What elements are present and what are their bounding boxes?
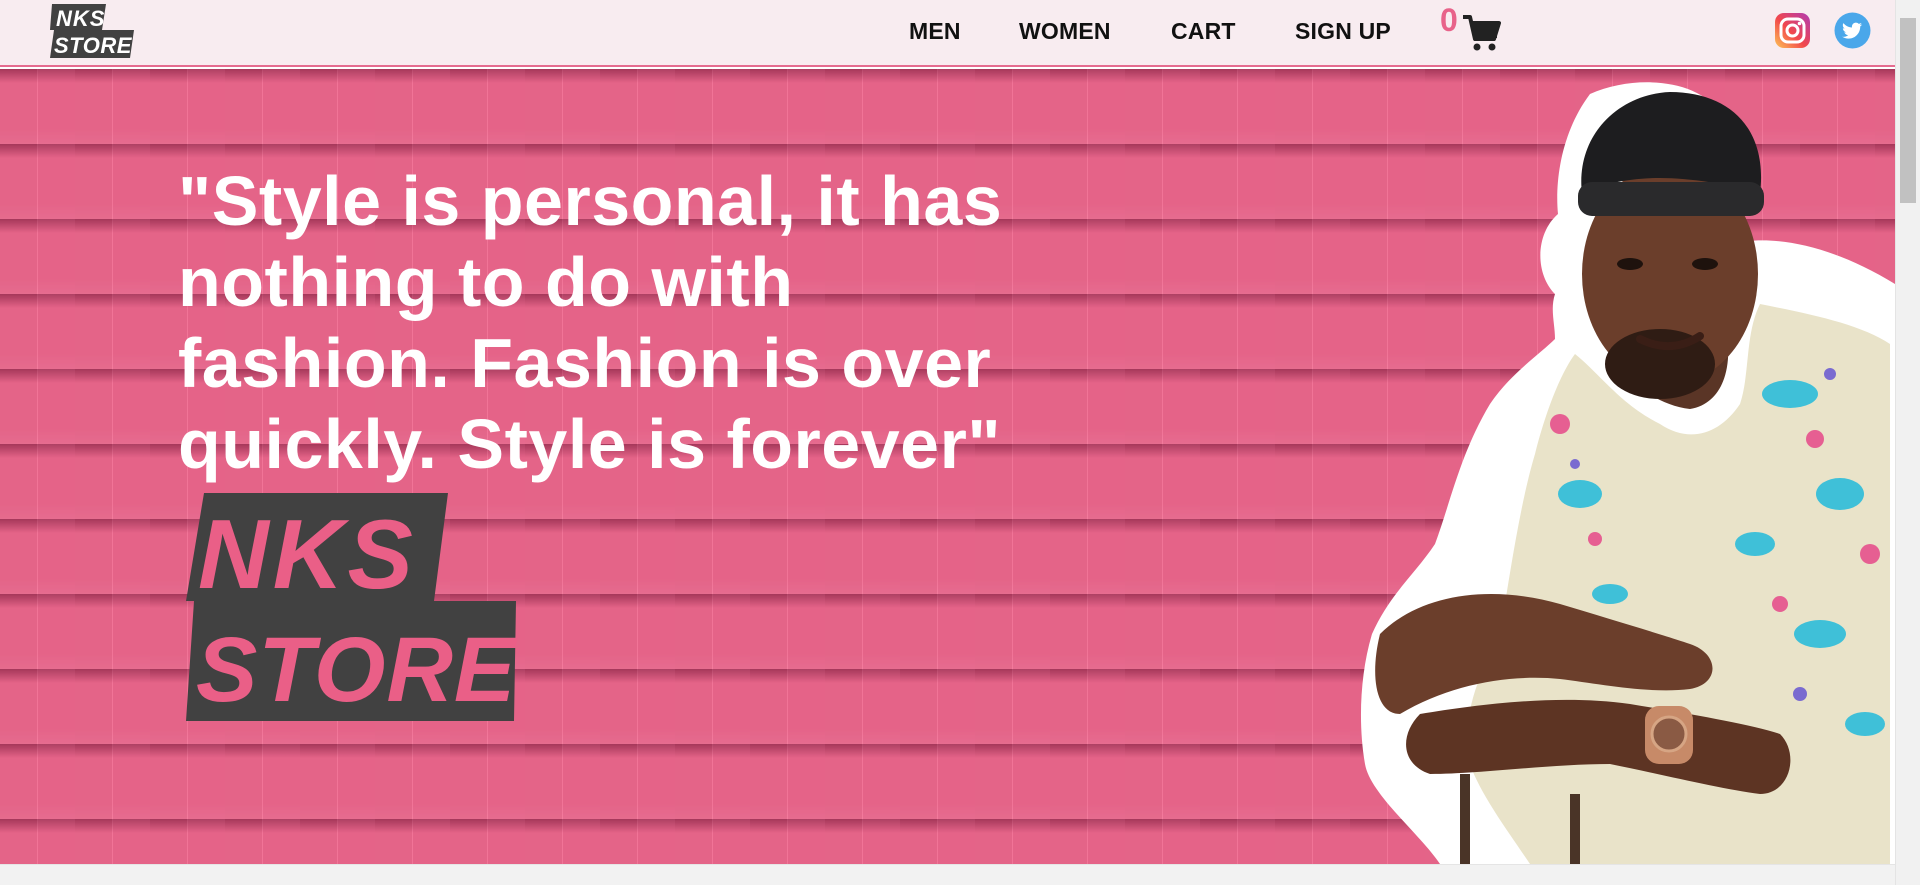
nav-link-sign-up[interactable]: SIGN UP xyxy=(1295,18,1391,45)
cart-count-badge: 0 xyxy=(1440,2,1458,38)
shopping-cart-icon[interactable] xyxy=(1461,13,1501,53)
twitter-icon[interactable] xyxy=(1834,12,1871,49)
hero-quote: "Style is personal, it has nothing to do… xyxy=(178,162,1003,483)
svg-text:NKS: NKS xyxy=(56,6,105,31)
nav-link-cart[interactable]: CART xyxy=(1171,18,1236,45)
nks-store-large-logo: NKS STORE xyxy=(186,493,518,721)
nks-store-logo[interactable]: NKS STORE xyxy=(50,2,136,58)
svg-text:NKS: NKS xyxy=(198,499,417,609)
svg-text:STORE: STORE xyxy=(196,619,518,721)
svg-text:STORE: STORE xyxy=(54,33,133,58)
navbar: NKS STORE MEN WOMEN CART SIGN UP 0 xyxy=(0,0,1895,67)
vertical-scrollbar[interactable] xyxy=(1895,0,1920,885)
hero-banner: "Style is personal, it has nothing to do… xyxy=(0,69,1895,864)
model-photo xyxy=(1361,82,1895,864)
nav-link-men[interactable]: MEN xyxy=(909,18,961,45)
instagram-icon[interactable] xyxy=(1774,12,1811,49)
nav-link-women[interactable]: WOMEN xyxy=(1019,18,1111,45)
page-footer-edge xyxy=(0,864,1895,885)
scrollbar-thumb[interactable] xyxy=(1900,18,1916,203)
